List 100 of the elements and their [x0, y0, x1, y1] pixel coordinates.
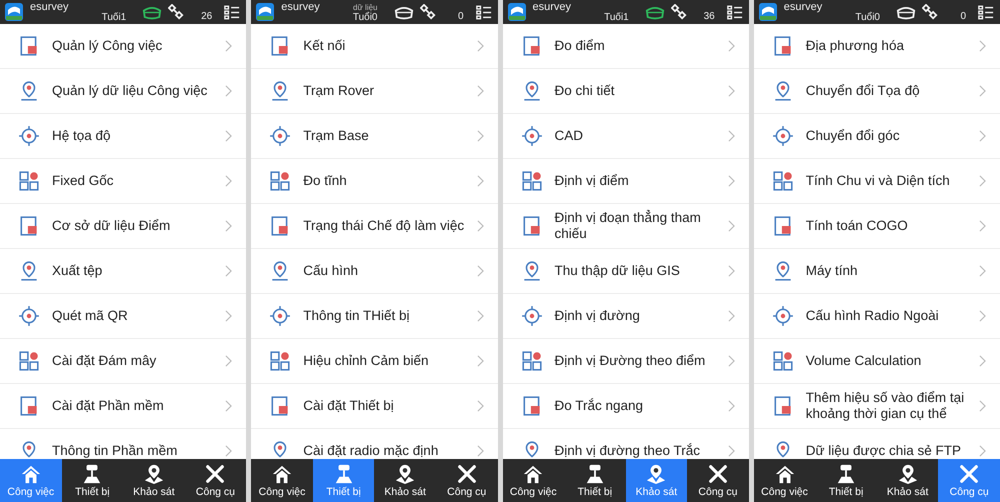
menu-item[interactable]: Đo chi tiết — [502, 69, 749, 114]
chevron-right-icon — [979, 220, 986, 232]
menu-item[interactable]: Định vị đường — [502, 294, 749, 339]
map-pin-icon — [896, 464, 919, 484]
menu-item[interactable]: Cấu hình — [251, 249, 498, 294]
grid-icon — [520, 350, 542, 372]
satellite-icon — [670, 4, 687, 20]
tools-icon — [204, 464, 226, 484]
chevron-right-icon — [979, 310, 986, 322]
chevron-right-icon — [979, 130, 986, 142]
app-logo-icon — [506, 2, 526, 22]
tools-icon — [958, 464, 980, 484]
menu-item[interactable]: Đo Trắc ngang — [502, 384, 749, 429]
menu-item[interactable]: Cơ sở dữ liệu Điểm — [0, 204, 246, 249]
chevron-right-icon — [476, 130, 484, 142]
menu-item[interactable]: Định vị đoạn thẳng tham chiếu — [502, 204, 749, 249]
menu-item[interactable]: Hiệu chỉnh Cảm biến — [251, 339, 498, 384]
chevron-right-icon — [728, 445, 735, 457]
menu-item[interactable]: Tính toán COGO — [754, 204, 1000, 249]
chevron-right-icon — [728, 265, 735, 277]
chevron-right-icon — [979, 400, 986, 412]
chevron-right-icon — [979, 445, 986, 457]
menu-item[interactable]: Địa phương hóa — [754, 24, 1000, 69]
menu-item[interactable]: Định vị Đường theo điểm — [502, 339, 749, 384]
chevron-right-icon — [225, 40, 232, 52]
app-name: esurvey — [532, 0, 572, 13]
menu-item[interactable]: Hệ tọa độ — [0, 114, 246, 159]
grid-icon — [18, 350, 40, 372]
status-text: Tuổi0 — [352, 12, 378, 24]
map-pin-icon — [142, 464, 165, 484]
tools-icon — [456, 464, 478, 484]
menu-icon[interactable] — [978, 4, 994, 20]
chevron-right-icon — [476, 355, 484, 367]
chevron-right-icon — [476, 400, 484, 412]
menu-icon[interactable] — [726, 4, 743, 20]
satellite-icon — [922, 4, 938, 20]
menu-item[interactable]: Trạng thái Chế độ làm việc — [251, 204, 498, 249]
menu-item[interactable]: Thu thập dữ liệu GIS — [502, 249, 749, 294]
menu-item[interactable]: CAD — [502, 114, 749, 159]
satellite-icon — [168, 4, 184, 20]
grid-icon — [520, 170, 542, 192]
menu-item[interactable]: Quản lý Công việc — [0, 24, 246, 69]
menu-item[interactable]: Cài đặt Thiết bị — [251, 384, 498, 429]
chevron-right-icon — [476, 265, 484, 277]
nav-tab[interactable]: Công việc — [0, 459, 62, 502]
menu-icon[interactable] — [224, 4, 240, 20]
home-icon — [271, 464, 294, 484]
grid-icon — [772, 350, 794, 372]
menu-item[interactable]: Chuyển đổi góc — [754, 114, 1000, 159]
menu-item[interactable]: Đo tĩnh — [251, 159, 498, 204]
nav-tab[interactable]: Công cụ — [938, 459, 1000, 502]
tools-icon — [706, 464, 729, 484]
menu-item[interactable]: Chuyển đổi Tọa độ — [754, 69, 1000, 114]
home-icon — [20, 464, 42, 484]
menu-item[interactable]: Quản lý dữ liệu Công việc — [0, 69, 246, 114]
menu-item[interactable]: Trạm Base — [251, 114, 498, 159]
app-name: esurvey — [784, 0, 822, 13]
menu-item[interactable]: Đo điểm — [502, 24, 749, 69]
document-icon — [520, 395, 542, 417]
satellite-count: 0 — [959, 11, 966, 24]
map-pin-icon — [645, 464, 668, 484]
grid-icon — [18, 170, 40, 192]
menu-item[interactable]: Fixed Gốc — [0, 159, 246, 204]
chevron-right-icon — [225, 445, 232, 457]
chevron-right-icon — [728, 400, 735, 412]
satellite-icon — [420, 4, 436, 20]
chevron-right-icon — [728, 130, 735, 142]
grid-icon — [269, 170, 292, 192]
chevron-right-icon — [476, 40, 484, 52]
menu-item[interactable]: Xuất tệp — [0, 249, 246, 294]
menu-icon[interactable] — [476, 4, 492, 20]
status-text: Tuổi0 — [855, 12, 880, 24]
chevron-right-icon — [225, 355, 232, 367]
chevron-right-icon — [225, 85, 232, 97]
menu-item[interactable]: Thêm hiệu số vào điểm tại khoảng thời gian cụ thể — [754, 384, 1000, 429]
document-icon — [520, 35, 542, 57]
menu-item[interactable]: Cài đặt Phần mềm — [0, 384, 246, 429]
menu-item[interactable]: Trạm Rover — [251, 69, 498, 114]
nav-tab[interactable]: Thiết bị — [312, 459, 374, 502]
chevron-right-icon — [979, 40, 986, 52]
app-name: esurvey — [30, 0, 69, 13]
map-pin-icon — [394, 464, 416, 484]
menu-item[interactable]: Quét mã QR — [0, 294, 246, 339]
menu-item[interactable]: Volume Calculation — [754, 339, 1000, 384]
menu-item[interactable]: Định vị điểm — [502, 159, 749, 204]
chevron-right-icon — [476, 175, 484, 187]
home-icon — [522, 464, 544, 484]
menu-item[interactable]: Máy tính — [754, 249, 1000, 294]
chevron-right-icon — [979, 175, 986, 187]
menu-item[interactable]: Cài đặt Đám mây — [0, 339, 246, 384]
chevron-right-icon — [225, 265, 232, 277]
menu-item[interactable]: Cấu hình Radio Ngoài — [754, 294, 1000, 339]
chevron-right-icon — [225, 175, 232, 187]
nav-tab[interactable]: Khảo sát — [626, 459, 688, 502]
chevron-right-icon — [728, 175, 735, 187]
chevron-right-icon — [979, 355, 986, 367]
menu-item[interactable]: Thông tin THiết bị — [251, 294, 498, 339]
menu-item[interactable]: Tính Chu vi và Diện tích — [754, 159, 1000, 204]
status-text: Tuối1 — [102, 12, 126, 24]
menu-item[interactable]: Kết nối — [251, 24, 498, 69]
